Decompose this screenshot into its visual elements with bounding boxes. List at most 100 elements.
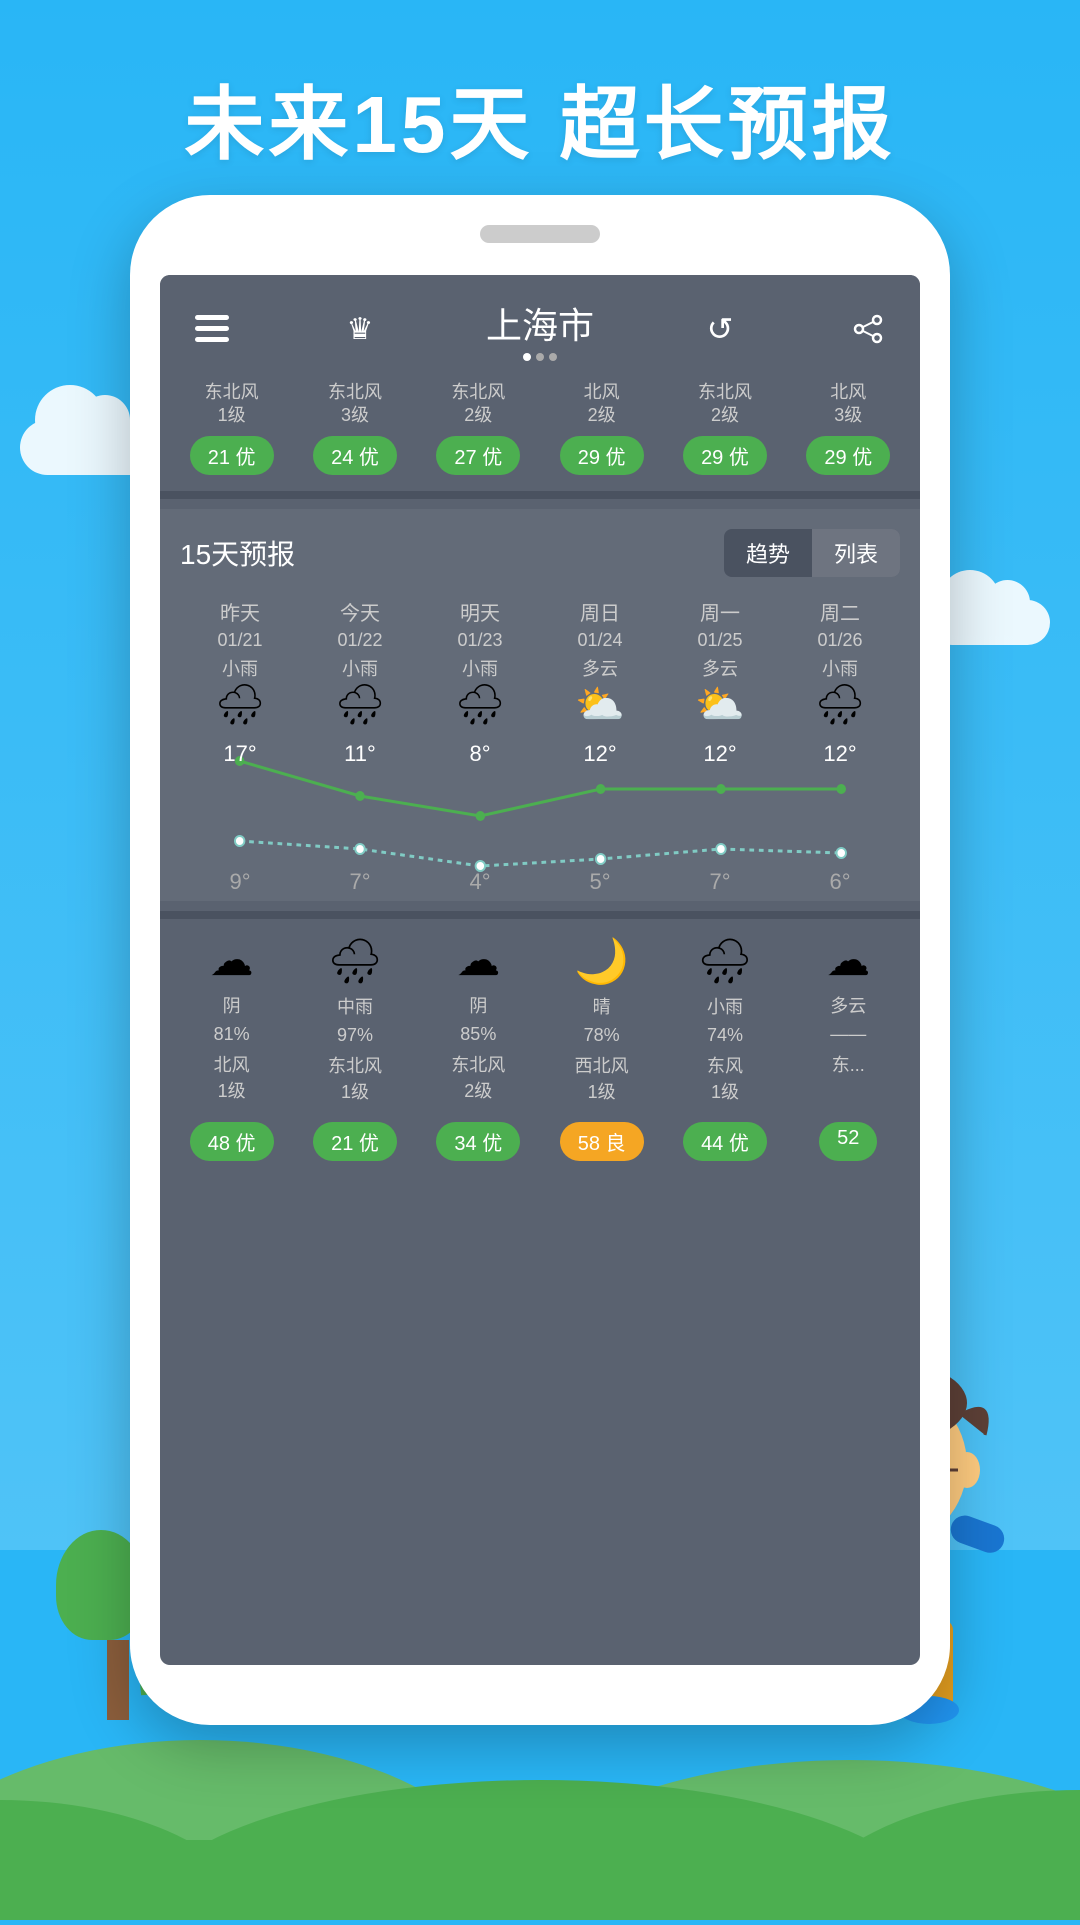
- page-title: 未来15天 超长预报: [0, 60, 1080, 176]
- day-label: 周一: [700, 597, 740, 626]
- bottom-aqi-badge: 48 优: [190, 1122, 274, 1161]
- bottom-aqi-badge: 21 优: [313, 1122, 397, 1161]
- forecast-header: 15天预报 趋势 列表: [180, 529, 900, 577]
- day-date: 01/25: [697, 630, 742, 651]
- wind-text: 北风2级: [584, 381, 620, 428]
- bottom-aqi-badge: 58 良: [560, 1122, 644, 1161]
- day-condition: 多云: [582, 655, 618, 681]
- temp-high: 17°: [223, 741, 256, 767]
- day-condition: 小雨: [462, 655, 498, 681]
- phone-screen: ♛ 上海市 ↺ 东: [160, 275, 920, 1665]
- view-tabs: 趋势 列表: [724, 529, 900, 577]
- top-bar: ♛ 上海市 ↺: [160, 275, 920, 371]
- bottom-col: ☁ 多云 —— 东...: [787, 935, 910, 1104]
- day-col: 昨天 01/21 小雨 🌧: [180, 597, 300, 725]
- phone-frame: ♛ 上海市 ↺ 东: [130, 195, 950, 1725]
- weather-icon-top: 🌧: [215, 685, 266, 725]
- bottom-aqi-row: 48 优 21 优 34 优 58 良 44 优 52: [160, 1114, 920, 1181]
- crown-button[interactable]: ♛: [338, 307, 382, 351]
- bottom-icon: 🌧: [697, 935, 753, 987]
- day-condition: 小雨: [822, 655, 858, 681]
- bottom-aqi-col: 34 优: [417, 1122, 540, 1161]
- wind-text: 北风3级: [830, 381, 866, 428]
- day-col: 今天 01/22 小雨 🌧: [300, 597, 420, 725]
- refresh-button[interactable]: ↺: [698, 307, 742, 351]
- temp-low: 9°: [229, 869, 250, 895]
- temp-col: 12° 7°: [660, 741, 780, 901]
- bottom-humidity: 97%: [337, 1025, 373, 1046]
- bottom-aqi-col: 58 良: [540, 1122, 663, 1161]
- tab-trend[interactable]: 趋势: [724, 529, 812, 577]
- bottom-wind: 东风1级: [707, 1052, 743, 1104]
- bottom-aqi-badge: 34 优: [436, 1122, 520, 1161]
- weather-icon-top: 🌧: [335, 685, 386, 725]
- bottom-wind: 东北风2级: [451, 1051, 505, 1103]
- temp-labels: 17° 9° 11° 7° 8° 4° 12° 5° 12° 7° 12° 6°: [180, 741, 900, 901]
- wind-text: 东北风3级: [328, 381, 382, 428]
- temp-col: 8° 4°: [420, 741, 540, 901]
- menu-button[interactable]: [190, 307, 234, 351]
- wind-text: 东北风2级: [698, 381, 752, 428]
- tab-list[interactable]: 列表: [812, 529, 900, 577]
- phone-speaker: [480, 225, 600, 243]
- day-col: 周日 01/24 多云 ⛅: [540, 597, 660, 725]
- bottom-col: 🌧 小雨 74% 东风1级: [663, 935, 786, 1104]
- bottom-condition: 阴: [469, 992, 487, 1018]
- aqi-badge: 21 优: [190, 436, 274, 475]
- aqi-col: 北风2级 29 优: [540, 381, 663, 475]
- bottom-icon: ☁: [456, 935, 500, 986]
- bottom-icon: ☁: [210, 935, 254, 986]
- day-date: 01/22: [337, 630, 382, 651]
- bottom-condition: 阴: [223, 992, 241, 1018]
- aqi-col: 东北风1级 21 优: [170, 381, 293, 475]
- wind-text: 东北风2级: [451, 381, 505, 428]
- bottom-icon: 🌙: [574, 935, 629, 987]
- aqi-badge: 24 优: [313, 436, 397, 475]
- weather-icon-top: ⛅: [575, 685, 625, 725]
- bottom-icon: ☁: [826, 935, 870, 986]
- day-condition: 多云: [702, 655, 738, 681]
- bottom-humidity: 74%: [707, 1025, 743, 1046]
- day-label: 周日: [580, 597, 620, 626]
- bottom-wind: 北风1级: [214, 1051, 250, 1103]
- aqi-col: 东北风2级 29 优: [663, 381, 786, 475]
- temp-col: 17° 9°: [180, 741, 300, 901]
- temp-high: 12°: [703, 741, 736, 767]
- forecast-section: 15天预报 趋势 列表 昨天 01/21 小雨 🌧 今天 01/22 小雨 🌧 …: [160, 509, 920, 901]
- bottom-condition: 晴: [593, 993, 611, 1019]
- forecast-title: 15天预报: [180, 533, 295, 573]
- bottom-aqi-col: 21 优: [293, 1122, 416, 1161]
- bottom-condition: 小雨: [707, 993, 743, 1019]
- bottom-condition: 多云: [830, 992, 866, 1018]
- bottom-aqi-col: 44 优: [663, 1122, 786, 1161]
- day-col: 周二 01/26 小雨 🌧: [780, 597, 900, 725]
- temp-col: 12° 5°: [540, 741, 660, 901]
- aqi-col: 东北风2级 27 优: [417, 381, 540, 475]
- day-condition: 小雨: [222, 655, 258, 681]
- day-condition: 小雨: [342, 655, 378, 681]
- bottom-humidity: 85%: [460, 1024, 496, 1045]
- day-label: 今天: [340, 597, 380, 626]
- city-name: 上海市: [486, 297, 594, 349]
- aqi-badge: 29 优: [683, 436, 767, 475]
- bottom-weather-row: ☁ 阴 81% 北风1级 🌧 中雨 97% 东北风1级 ☁ 阴 85% 东北风2…: [160, 919, 920, 1114]
- temp-low: 5°: [589, 869, 610, 895]
- bottom-aqi-col: 48 优: [170, 1122, 293, 1161]
- weather-icon-top: 🌧: [455, 685, 506, 725]
- temp-low: 7°: [349, 869, 370, 895]
- bottom-col: ☁ 阴 81% 北风1级: [170, 935, 293, 1104]
- bottom-wind: 东...: [832, 1051, 865, 1077]
- bottom-icon: 🌧: [327, 935, 383, 987]
- share-button[interactable]: [846, 307, 890, 351]
- bottom-aqi-badge: 44 优: [683, 1122, 767, 1161]
- temp-high: 8°: [469, 741, 490, 767]
- temp-col: 11° 7°: [300, 741, 420, 901]
- divider-1: [160, 491, 920, 499]
- bottom-condition: 中雨: [337, 993, 373, 1019]
- day-col: 明天 01/23 小雨 🌧: [420, 597, 540, 725]
- aqi-col: 东北风3级 24 优: [293, 381, 416, 475]
- bottom-col: 🌧 中雨 97% 东北风1级: [293, 935, 416, 1104]
- temp-col: 12° 6°: [780, 741, 900, 901]
- aqi-badge: 27 优: [436, 436, 520, 475]
- city-header: 上海市: [486, 297, 594, 361]
